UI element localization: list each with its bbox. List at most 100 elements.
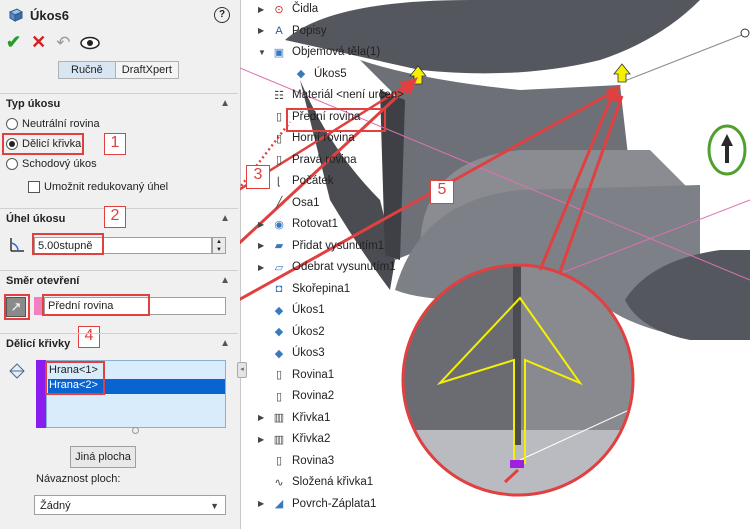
expand-arrow-icon[interactable]: ▶ xyxy=(258,220,270,229)
checkbox-reduced-angle[interactable]: Umožnit redukovaný úhel xyxy=(28,181,168,193)
expand-arrow-icon[interactable]: ▶ xyxy=(258,241,270,250)
radio-icon[interactable] xyxy=(6,158,18,170)
radio-neutral-plane[interactable]: Neutrální rovina xyxy=(6,118,100,130)
draft-feature-icon xyxy=(8,8,24,22)
plane-icon: ▯ xyxy=(275,132,283,145)
action-bar: ✔ ✕ ↶ xyxy=(6,32,101,53)
collapse-icon[interactable]: ▲ xyxy=(220,275,230,286)
tree-item-label: Pravá rovina xyxy=(292,153,357,166)
help-button[interactable]: ? xyxy=(214,7,230,23)
tree-item-17[interactable]: ▯ Rovina1 xyxy=(272,365,334,385)
tree-item-20[interactable]: ▶ ▥ Křivka2 xyxy=(258,429,331,449)
tree-item-label: Rotovat1 xyxy=(292,218,339,230)
expand-arrow-icon[interactable]: ▶ xyxy=(258,435,270,444)
undo-icon[interactable]: ↶ xyxy=(56,33,70,53)
tree-item-label: Úkos5 xyxy=(314,67,347,80)
composite-curve-icon: ∿ xyxy=(274,476,284,489)
triad-arrow-icon[interactable] xyxy=(721,134,733,163)
tree-item-9[interactable]: ╱ Osa1 xyxy=(272,193,320,213)
radio-label: Schodový úkos xyxy=(22,158,97,170)
expand-arrow-icon[interactable]: ▶ xyxy=(258,26,270,35)
body-icon: ◆ xyxy=(296,68,306,80)
chevron-down-icon[interactable]: ▼ xyxy=(210,496,219,516)
zoom-detail-view xyxy=(401,263,635,497)
section-header: Typ úkosu xyxy=(6,98,61,110)
resize-handle-icon[interactable] xyxy=(132,427,139,434)
handle-point[interactable] xyxy=(740,28,750,38)
feature-tree: ▶ ⊙ Čidla ▶ A Popisy ▼ ▣ Objemová těla(1) ◆ Úkos5 ☷… xyxy=(250,0,430,529)
section-header: Úhel úkosu xyxy=(6,213,66,225)
tree-item-label: Rovina1 xyxy=(292,368,335,381)
tree-item-22[interactable]: ∿ Složená křivka1 xyxy=(272,472,373,492)
tab-draftxpert[interactable]: DraftXpert xyxy=(115,62,178,78)
tree-item-label: Křivka1 xyxy=(292,411,331,424)
expand-arrow-icon[interactable]: ▼ xyxy=(258,48,270,57)
annotations-icon: A xyxy=(275,24,283,37)
tree-item-label: Rovina3 xyxy=(292,454,335,467)
tree-item-14[interactable]: ◆ Úkos1 xyxy=(272,300,325,320)
angle-spinner[interactable]: ▲ ▼ xyxy=(212,237,226,254)
tree-item-16[interactable]: ◆ Úkos3 xyxy=(272,343,325,363)
tree-item-13[interactable]: ◘ Skořepina1 xyxy=(272,279,351,299)
callout-5: 5 xyxy=(430,180,454,204)
face-propagation-select[interactable]: Žádný ▼ xyxy=(34,495,226,515)
tree-item-label: Horní rovina xyxy=(292,132,355,144)
collapse-icon[interactable]: ▲ xyxy=(220,338,230,349)
draft-icon: ◆ xyxy=(274,304,284,317)
radio-step-draft[interactable]: Schodový úkos xyxy=(6,158,97,170)
tree-item-label: Křivka2 xyxy=(292,433,331,445)
expand-arrow-icon[interactable]: ▶ xyxy=(258,5,270,14)
surface-fill-icon: ◢ xyxy=(274,498,284,510)
revolve-icon: ◉ xyxy=(274,218,284,231)
tree-item-label: Čidla xyxy=(292,3,319,15)
callout-3: 3 xyxy=(246,165,270,189)
expand-arrow-icon[interactable]: ▶ xyxy=(258,499,270,508)
shell-icon: ◘ xyxy=(275,282,283,295)
expand-arrow-icon[interactable]: ▶ xyxy=(258,263,270,272)
tree-item-7[interactable]: ▯ Pravá rovina xyxy=(272,150,357,170)
sensor-icon: ⊙ xyxy=(274,3,284,16)
tree-item-11[interactable]: ▶ ▰ Přidat vysunutím1 xyxy=(258,236,384,256)
tree-item-12[interactable]: ▶ ▱ Odebrat vysunutím1 xyxy=(258,257,396,277)
expand-arrow-icon[interactable]: ▶ xyxy=(258,413,270,422)
tree-item-1[interactable]: ▶ A Popisy xyxy=(258,21,327,41)
highlight-box xyxy=(42,294,150,316)
preview-eye-icon[interactable] xyxy=(80,36,101,50)
tree-item-3[interactable]: ◆ Úkos5 xyxy=(294,64,347,84)
cut-extrude-icon: ▱ xyxy=(274,261,284,274)
tree-item-18[interactable]: ▯ Rovina2 xyxy=(272,386,334,406)
checkbox-icon[interactable] xyxy=(28,181,40,193)
tree-item-4[interactable]: ☷ Materiál <není určen> xyxy=(272,85,404,105)
tree-item-0[interactable]: ▶ ⊙ Čidla xyxy=(258,0,319,19)
tree-item-label: Povrch-Záplata1 xyxy=(292,497,377,510)
tree-item-21[interactable]: ▯ Rovina3 xyxy=(272,451,334,471)
plane-icon: ▯ xyxy=(275,369,283,381)
tree-item-15[interactable]: ◆ Úkos2 xyxy=(272,322,325,342)
tree-item-8[interactable]: ⌊ Počátek xyxy=(272,171,334,191)
cancel-icon[interactable]: ✕ xyxy=(31,32,46,53)
tab-manual[interactable]: Ručně xyxy=(59,62,116,78)
radio-icon[interactable] xyxy=(6,118,18,130)
tree-item-23[interactable]: ▶ ◢ Povrch-Záplata1 xyxy=(258,494,377,514)
tree-item-label: Úkos1 xyxy=(292,304,325,316)
highlight-box xyxy=(286,108,386,132)
plane-icon: ▯ xyxy=(275,154,283,166)
tree-item-10[interactable]: ▶ ◉ Rotovat1 xyxy=(258,214,339,234)
section-header: Dělicí křivky xyxy=(6,338,71,350)
highlight-box xyxy=(32,233,104,255)
tree-item-2[interactable]: ▼ ▣ Objemová těla(1) xyxy=(258,42,380,62)
draft-icon: ◆ xyxy=(274,347,284,360)
tree-item-label: Materiál <není určen> xyxy=(292,89,404,101)
section-header: Směr otevření xyxy=(6,275,80,287)
tree-item-19[interactable]: ▶ ▥ Křivka1 xyxy=(258,408,331,428)
highlight-box xyxy=(2,133,84,155)
highlight-box xyxy=(45,361,105,395)
collapse-icon[interactable]: ▲ xyxy=(220,98,230,109)
mode-tabs: Ručně DraftXpert xyxy=(58,61,179,79)
curve-icon: ▥ xyxy=(273,412,285,424)
checkbox-label: Umožnit redukovaný úhel xyxy=(44,181,169,193)
ok-icon[interactable]: ✔ xyxy=(6,32,21,53)
other-face-button[interactable]: Jiná plocha xyxy=(70,446,136,468)
plane-icon: ▯ xyxy=(275,390,283,403)
collapse-icon[interactable]: ▲ xyxy=(220,213,230,224)
